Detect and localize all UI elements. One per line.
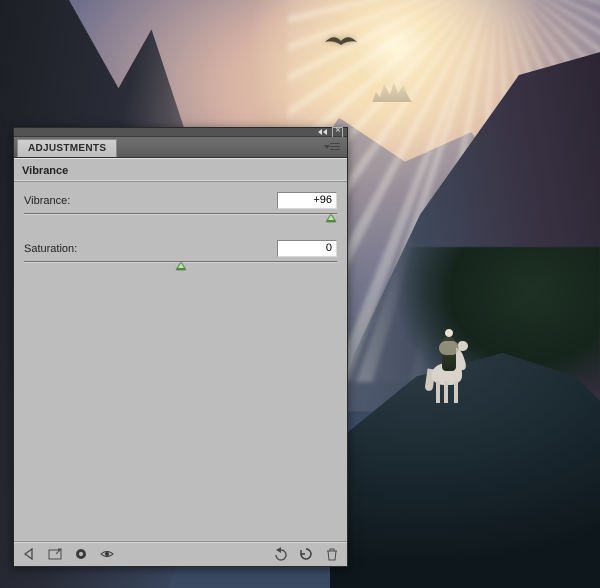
panel-menu-icon[interactable]: [327, 141, 342, 153]
toggle-visibility-icon[interactable]: [98, 545, 116, 563]
panel-body: Vibrance Vibrance: Saturation:: [14, 158, 347, 541]
adjustments-panel: ADJUSTMENTS Vibrance Vibrance: Saturatio…: [13, 127, 348, 567]
vibrance-label: Vibrance:: [24, 195, 70, 207]
saturation-control: Saturation:: [14, 230, 347, 278]
vibrance-slider[interactable]: [24, 212, 337, 228]
panel-footer: [14, 541, 347, 566]
reset-icon[interactable]: [297, 545, 315, 563]
tab-label: ADJUSTMENTS: [28, 143, 106, 154]
saturation-value-input[interactable]: [277, 240, 337, 257]
back-arrow-icon[interactable]: [20, 545, 38, 563]
previous-state-icon[interactable]: [271, 545, 289, 563]
panel-tab-bar: ADJUSTMENTS: [14, 137, 347, 158]
saturation-label: Saturation:: [24, 243, 77, 255]
vibrance-control: Vibrance:: [14, 182, 347, 230]
delete-icon[interactable]: [323, 545, 341, 563]
adjustment-title: Vibrance: [14, 159, 347, 182]
expand-view-icon[interactable]: [46, 545, 64, 563]
tab-adjustments[interactable]: ADJUSTMENTS: [17, 139, 117, 157]
collapse-icon[interactable]: [318, 129, 328, 135]
clip-to-layer-icon[interactable]: [72, 545, 90, 563]
close-icon[interactable]: [332, 127, 343, 138]
saturation-slider-thumb[interactable]: [176, 262, 186, 270]
vibrance-value-input[interactable]: [277, 192, 337, 209]
panel-title-bar[interactable]: [14, 128, 347, 137]
saturation-slider[interactable]: [24, 260, 337, 276]
vibrance-slider-thumb[interactable]: [326, 214, 336, 222]
document-canvas: ADJUSTMENTS Vibrance Vibrance: Saturatio…: [0, 0, 600, 588]
